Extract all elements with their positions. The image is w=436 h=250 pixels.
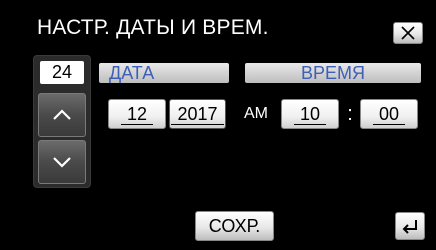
year-field[interactable]: 2017	[169, 99, 226, 129]
hour-value: 10	[293, 104, 327, 125]
chevron-down-icon	[53, 157, 71, 168]
increment-button[interactable]	[38, 93, 86, 137]
close-button[interactable]	[393, 22, 423, 44]
hour-field[interactable]: 10	[281, 99, 339, 129]
month-field[interactable]: 12	[108, 99, 166, 129]
time-separator: :	[347, 102, 353, 125]
date-section-label: ДАТА	[99, 63, 229, 83]
month-value: 12	[120, 104, 154, 125]
chevron-up-icon	[53, 109, 71, 120]
close-icon	[401, 26, 415, 40]
time-section-label: ВРЕМЯ	[245, 63, 421, 83]
stepper-value: 24	[40, 61, 84, 84]
back-arrow-icon	[402, 220, 417, 234]
ampm-indicator: AM	[244, 105, 268, 122]
minute-field[interactable]: 00	[360, 99, 418, 129]
year-value: 2017	[171, 104, 224, 125]
page-title: НАСТР. ДАТЫ И ВРЕМ.	[37, 16, 269, 39]
minute-value: 00	[372, 104, 406, 125]
decrement-button[interactable]	[38, 140, 86, 184]
save-button[interactable]: СОХР.	[195, 211, 274, 241]
back-button[interactable]	[395, 212, 425, 240]
